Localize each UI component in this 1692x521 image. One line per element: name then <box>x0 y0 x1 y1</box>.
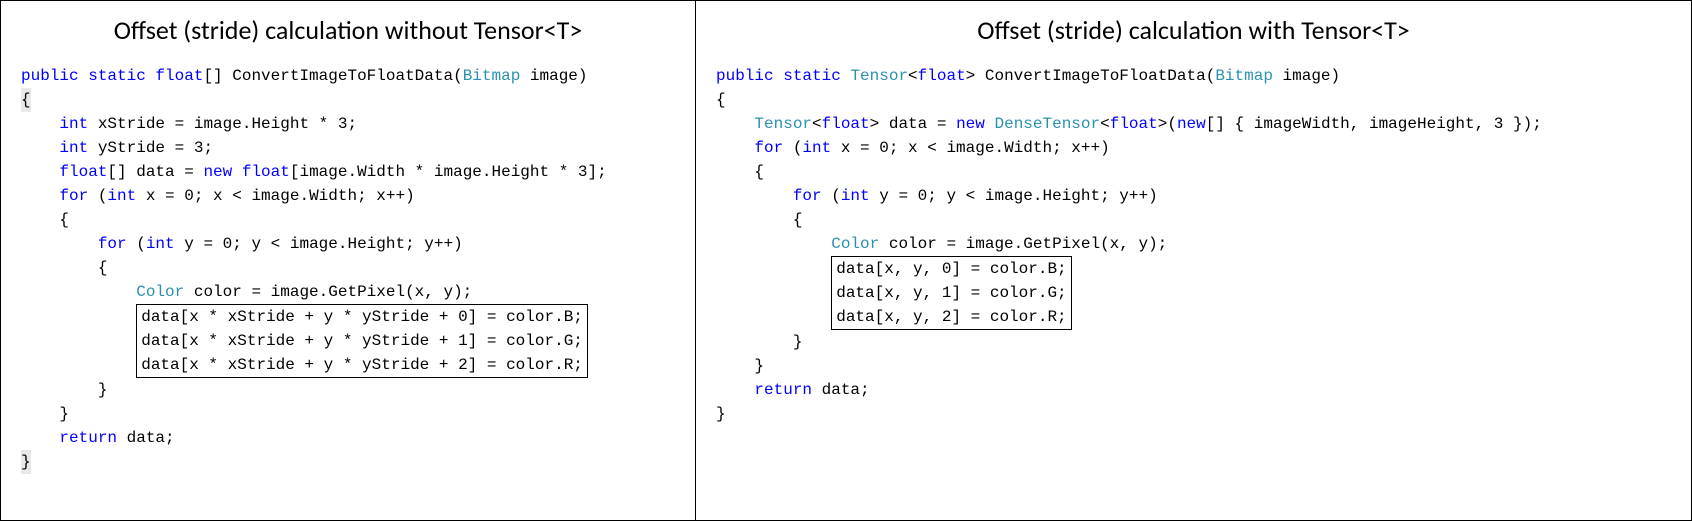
left-title: Offset (stride) calculation without Tens… <box>1 1 695 64</box>
left-panel: Offset (stride) calculation without Tens… <box>0 0 696 521</box>
type-bitmap: Bitmap <box>463 67 521 85</box>
type-densetensor: DenseTensor <box>994 115 1100 133</box>
right-panel: Offset (stride) calculation with Tensor<… <box>696 0 1692 521</box>
type-color: Color <box>136 283 184 301</box>
right-code: public static Tensor<float> ConvertImage… <box>696 64 1691 436</box>
right-title: Offset (stride) calculation with Tensor<… <box>696 1 1691 64</box>
left-code: public static float[] ConvertImageToFloa… <box>1 64 695 484</box>
left-highlight-box: data[x * xStride + y * yStride + 0] = co… <box>136 304 588 378</box>
kw-public-static-float: public static float <box>21 67 203 85</box>
right-highlight-box: data[x, y, 0] = color.B;data[x, y, 1] = … <box>831 256 1071 330</box>
type-tensor: Tensor <box>850 67 908 85</box>
type-bitmap: Bitmap <box>1215 67 1273 85</box>
type-color: Color <box>831 235 879 253</box>
